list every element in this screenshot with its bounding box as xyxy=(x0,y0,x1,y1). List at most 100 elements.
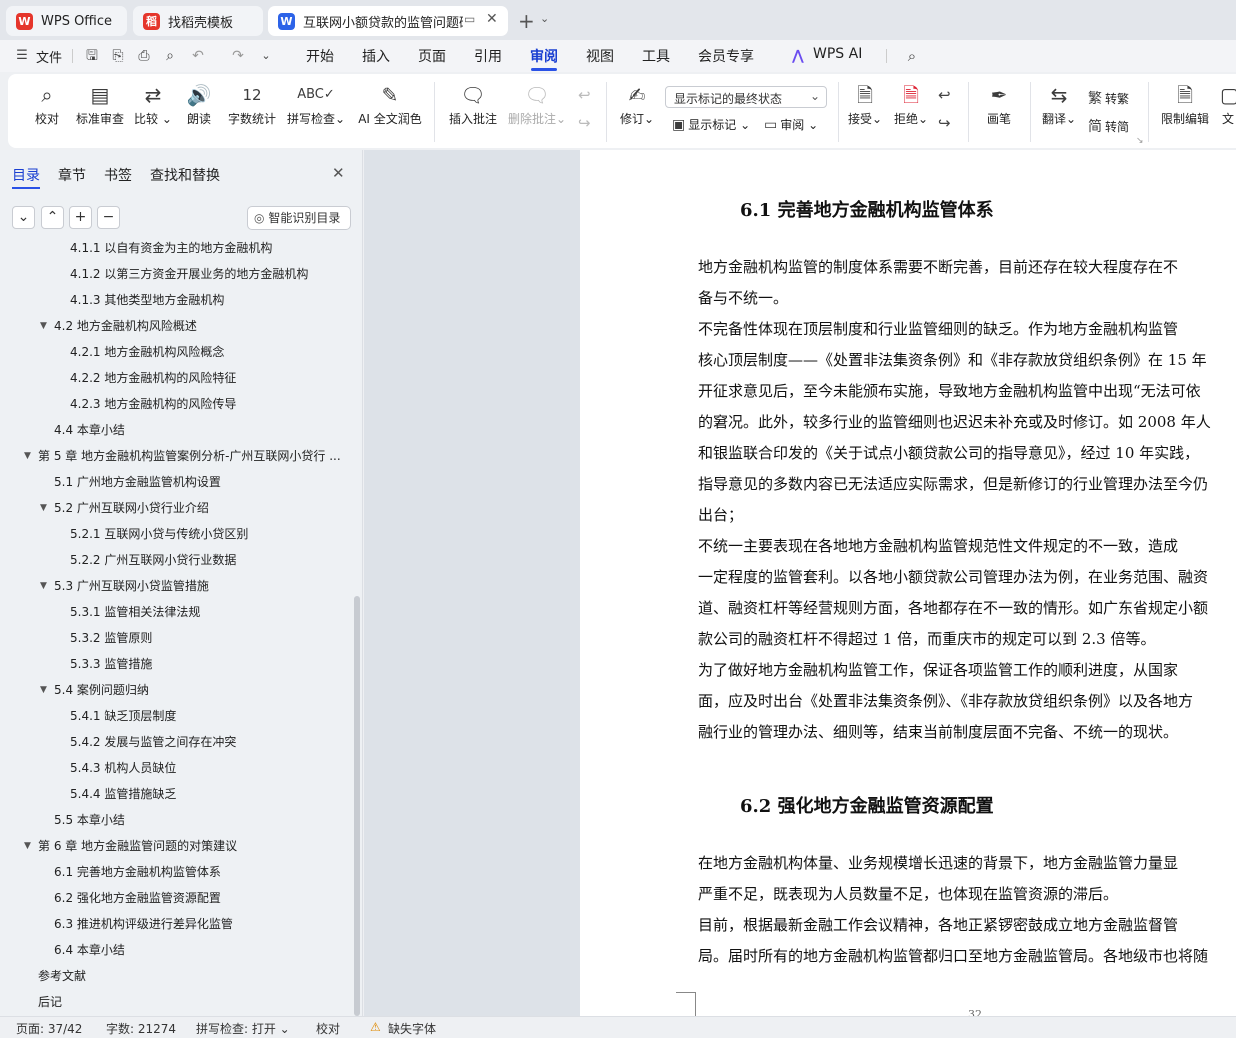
toc-item[interactable]: 6.1 完善地方金融机构监管体系 xyxy=(0,862,350,882)
toc-item[interactable]: 5.2.1 互联网小贷与传统小贷区别 xyxy=(0,524,350,544)
toc-item[interactable]: 5.4.1 缺乏顶层制度 xyxy=(0,706,350,726)
smart-toc-button[interactable]: ◎ 智能识别目录 xyxy=(247,206,351,230)
toc-item[interactable]: ▼ 5.3 广州互联网小贷监管措施 xyxy=(0,576,350,596)
save-icon[interactable]: 🖫 xyxy=(84,48,100,64)
toc-item[interactable]: 4.4 本章小结 xyxy=(0,420,350,440)
toc-item[interactable]: 5.4.4 监管措施缺乏 xyxy=(0,784,350,804)
tab-document[interactable]: W 互联网小额贷款的监管问题研究 ▭ ✕ xyxy=(268,6,508,36)
missing-font-status[interactable]: 缺失字体 xyxy=(388,1020,436,1037)
more-chevron-icon[interactable]: ⌄ xyxy=(258,48,274,64)
track-changes-button[interactable]: ✍ 修订⌄ xyxy=(618,80,656,127)
spell-check-button[interactable]: ABC✓ 拼写检查⌄ xyxy=(286,80,346,127)
markup-display-select[interactable]: 显示标记的最终状态 ⌄ xyxy=(665,86,827,108)
toc-item[interactable]: 后记 xyxy=(0,992,350,1012)
toc-item[interactable]: 6.3 推进机构评级进行差异化监管 xyxy=(0,914,350,934)
next-change-icon[interactable]: ↪ xyxy=(938,114,951,132)
expand-all-button[interactable]: ⌃ xyxy=(41,206,64,229)
toc-item[interactable]: 5.5 本章小结 xyxy=(0,810,350,830)
search-icon[interactable]: ⌕ xyxy=(904,48,920,64)
spell-check-status[interactable]: 拼写检查: 打开 ⌄ xyxy=(196,1020,290,1037)
tab-find-replace[interactable]: 查找和替换 xyxy=(150,165,220,185)
standard-review-button[interactable]: ▤ 标准审查 xyxy=(74,80,126,127)
show-markup-button[interactable]: ▣ 显示标记 ⌄ xyxy=(672,116,750,133)
export-icon[interactable]: ⎘ xyxy=(110,48,126,64)
toc-item[interactable]: 5.3.2 监管原则 xyxy=(0,628,350,648)
expand-arrow-icon[interactable]: ▼ xyxy=(40,498,47,518)
expand-arrow-icon[interactable]: ▼ xyxy=(24,446,31,466)
expand-arrow-icon[interactable]: ▼ xyxy=(24,836,31,856)
screen-icon[interactable]: ▭ xyxy=(464,12,475,26)
toc-item[interactable]: 5.3.3 监管措施 xyxy=(0,654,350,674)
accept-button[interactable]: 🗎 接受⌄ xyxy=(846,80,884,127)
toc-item[interactable]: ▼ 5.4 案例问题归纳 xyxy=(0,680,350,700)
toc-item[interactable]: 4.2.1 地方金融机构风险概念 xyxy=(0,342,350,362)
toc-item[interactable]: 5.3.1 监管相关法律法规 xyxy=(0,602,350,622)
to-simplified-button[interactable]: 简 转简 xyxy=(1088,116,1129,136)
document-page[interactable]: 6.1 完善地方金融机构监管体系 地方金融机构监管的制度体系需要不断完善，目前还… xyxy=(580,150,1236,1016)
read-aloud-button[interactable]: 🔊 朗读 xyxy=(184,80,214,127)
print-preview-icon[interactable]: ⌕ xyxy=(162,48,178,64)
menu-insert[interactable]: 插入 xyxy=(362,46,390,66)
expand-arrow-icon[interactable]: ▼ xyxy=(40,316,47,336)
close-tab-icon[interactable]: ✕ xyxy=(486,11,498,27)
menu-member[interactable]: 会员专享 xyxy=(698,46,754,66)
word-count-button[interactable]: 12 字数统计 xyxy=(226,80,278,127)
toc-item[interactable]: 4.1.3 其他类型地方金融机构 xyxy=(0,290,350,310)
toc-item[interactable]: 6.2 强化地方金融监管资源配置 xyxy=(0,888,350,908)
tab-toc[interactable]: 目录 xyxy=(12,165,40,185)
tab-sections[interactable]: 章节 xyxy=(58,165,86,185)
hamburger-icon[interactable]: ☰ xyxy=(14,48,30,64)
toc-item[interactable]: 6.4 本章小结 xyxy=(0,940,350,960)
new-tab-icon[interactable]: + xyxy=(518,9,535,33)
word-count-status[interactable]: 字数: 21274 xyxy=(106,1020,176,1037)
insert-comment-button[interactable]: 🗨 插入批注 xyxy=(446,80,500,127)
translate-button[interactable]: ⇆ 翻译⌄ xyxy=(1040,80,1078,127)
toc-item[interactable]: 4.2.2 地方金融机构的风险特征 xyxy=(0,368,350,388)
review-pane-button[interactable]: ▭ 审阅 ⌄ xyxy=(764,116,818,133)
expand-arrow-icon[interactable]: ▼ xyxy=(40,680,47,700)
chevron-down-icon[interactable]: ⌄ xyxy=(540,12,549,25)
toc-item[interactable]: 5.4.2 发展与监管之间存在冲突 xyxy=(0,732,350,752)
toc-item[interactable]: ▼ 5.2 广州互联网小贷行业介绍 xyxy=(0,498,350,518)
toc-item[interactable]: ▼ 第 5 章 地方金融机构监管案例分析-广州互联网小贷行 ... xyxy=(0,446,350,466)
menu-page[interactable]: 页面 xyxy=(418,46,446,66)
menu-review[interactable]: 审阅 xyxy=(530,46,558,66)
redo-icon[interactable]: ↷ xyxy=(230,48,246,64)
toc-scrollbar[interactable] xyxy=(354,596,360,1016)
close-pane-icon[interactable]: ✕ xyxy=(332,164,345,182)
document-permission-button[interactable]: ▢ 文 xyxy=(1220,80,1236,127)
menu-start[interactable]: 开始 xyxy=(306,46,334,66)
reject-button[interactable]: 🗎 拒绝⌄ xyxy=(892,80,930,127)
expand-arrow-icon[interactable]: ▼ xyxy=(40,576,47,596)
collapse-all-button[interactable]: ⌄ xyxy=(12,206,35,229)
menu-reference[interactable]: 引用 xyxy=(474,46,502,66)
print-icon[interactable]: ⎙ xyxy=(136,48,152,64)
tab-daoke-templates[interactable]: 稻 找稻壳模板 xyxy=(133,6,263,36)
next-comment-icon[interactable]: ↪ xyxy=(578,114,591,132)
toc-item[interactable]: 4.2.3 地方金融机构的风险传导 xyxy=(0,394,350,414)
previous-change-icon[interactable]: ↩ xyxy=(938,86,951,104)
toc-item[interactable]: 5.4.3 机构人员缺位 xyxy=(0,758,350,778)
to-traditional-button[interactable]: 繁 转繁 xyxy=(1088,88,1129,108)
tab-bookmarks[interactable]: 书签 xyxy=(104,165,132,185)
toc-item[interactable]: 4.1.1 以自有资金为主的地方金融机构 xyxy=(0,238,350,258)
group-expand-icon[interactable]: ↘ xyxy=(1136,136,1144,146)
menu-wps-ai[interactable]: WPS AI xyxy=(813,46,862,62)
toc-item[interactable]: 参考文献 xyxy=(0,966,350,986)
toc-item[interactable]: ▼ 4.2 地方金融机构风险概述 xyxy=(0,316,350,336)
menu-tools[interactable]: 工具 xyxy=(642,46,670,66)
toc-item[interactable]: 5.1 广州地方金融监管机构设置 xyxy=(0,472,350,492)
compare-button[interactable]: ⇄ 比较 ⌄ xyxy=(134,80,172,127)
menu-view[interactable]: 视图 xyxy=(586,46,614,66)
remove-heading-button[interactable]: − xyxy=(97,206,120,229)
tab-wps-office[interactable]: W WPS Office xyxy=(6,6,127,36)
ai-polish-button[interactable]: ✎ AI 全文润色 xyxy=(356,80,424,127)
page-indicator[interactable]: 页面: 37/42 xyxy=(16,1020,82,1037)
toc-item[interactable]: 4.1.2 以第三方资金开展业务的地方金融机构 xyxy=(0,264,350,284)
menu-file[interactable]: 文件 xyxy=(36,47,62,66)
delete-comment-button[interactable]: 🗨 删除批注⌄ xyxy=(506,80,568,127)
proofread-button[interactable]: ⌕ 校对 xyxy=(32,80,62,127)
pen-button[interactable]: ✒ 画笔 xyxy=(982,80,1016,127)
previous-comment-icon[interactable]: ↩ xyxy=(578,86,591,104)
add-heading-button[interactable]: + xyxy=(69,206,92,229)
